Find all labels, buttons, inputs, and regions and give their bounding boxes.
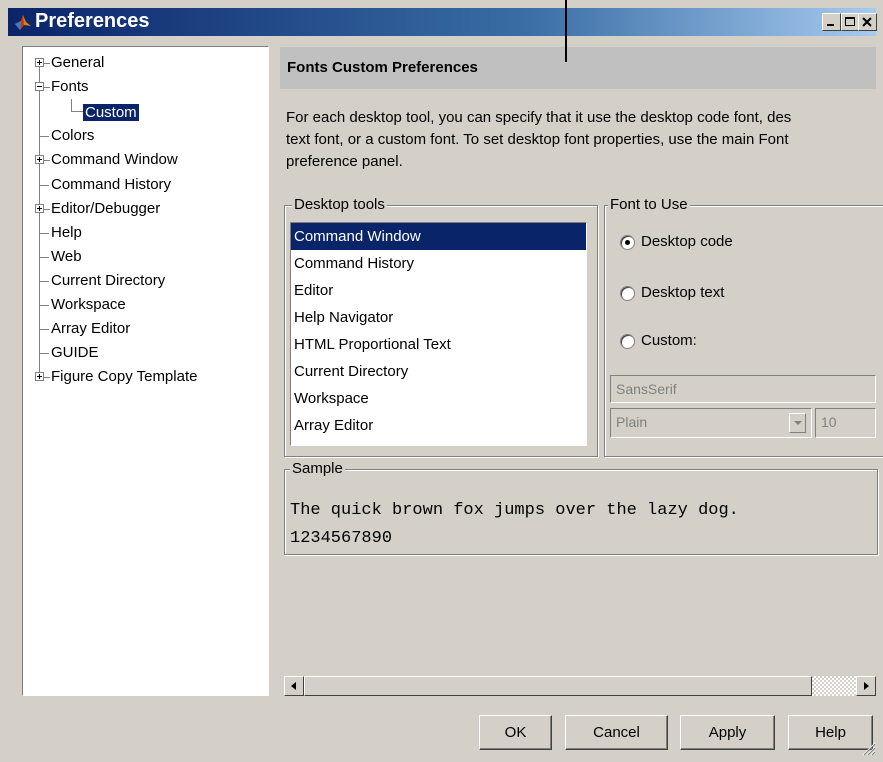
radio-checked-icon[interactable] xyxy=(620,234,635,250)
expand-icon[interactable] xyxy=(35,204,44,213)
list-item[interactable]: HTML Proportional Text xyxy=(291,331,586,358)
list-item[interactable]: Command History xyxy=(291,250,586,277)
description-line: preference panel. xyxy=(286,153,403,170)
window-title: Preferences xyxy=(35,10,150,32)
list-item[interactable]: Command Window xyxy=(291,223,586,250)
sample-text: The quick brown fox jumps over the lazy … xyxy=(290,497,739,553)
resize-grip-icon[interactable] xyxy=(860,740,876,756)
list-item[interactable]: Help Navigator xyxy=(291,304,586,331)
arrow-right-icon xyxy=(864,682,869,690)
scroll-thumb[interactable] xyxy=(304,676,812,696)
callout-line xyxy=(565,0,567,62)
radio-unchecked-icon[interactable] xyxy=(620,333,635,349)
description-line: For each desktop tool, you can specify t… xyxy=(286,109,792,126)
scroll-left-button[interactable] xyxy=(284,676,304,696)
desktop-tools-label: Desktop tools xyxy=(292,196,387,214)
expand-icon[interactable] xyxy=(35,58,44,67)
scroll-right-button[interactable] xyxy=(856,676,876,696)
pane-title: Fonts Custom Preferences xyxy=(287,59,478,76)
desktop-tools-list[interactable]: Command Window Command History Editor He… xyxy=(290,222,587,446)
pane-header: Fonts Custom Preferences xyxy=(280,47,876,89)
list-item[interactable]: Editor xyxy=(291,277,586,304)
cancel-button[interactable]: Cancel xyxy=(565,715,668,750)
preferences-tree[interactable]: General Fonts Custom Colors Command Wind… xyxy=(22,46,269,696)
font-name-field[interactable]: SansSerif xyxy=(610,375,876,403)
matlab-logo-icon xyxy=(14,13,32,35)
sample-line: The quick brown fox jumps over the lazy … xyxy=(290,501,739,520)
collapse-icon[interactable] xyxy=(35,82,44,91)
radio-desktop-text[interactable]: Desktop text xyxy=(620,282,724,304)
tree-item-custom[interactable]: Custom xyxy=(83,103,139,123)
list-item[interactable]: Workspace xyxy=(291,385,586,412)
minimize-button[interactable] xyxy=(822,13,841,31)
font-size-field[interactable]: 10 xyxy=(815,408,876,438)
chevron-down-icon[interactable] xyxy=(789,413,806,433)
sample-label: Sample xyxy=(290,460,345,478)
expand-icon[interactable] xyxy=(35,155,44,164)
arrow-left-icon xyxy=(291,682,296,690)
expand-icon[interactable] xyxy=(35,372,44,381)
description-line: text font, or a custom font. To set desk… xyxy=(286,131,789,148)
pane-description: For each desktop tool, you can specify t… xyxy=(286,107,876,173)
list-item[interactable]: Current Directory xyxy=(291,358,586,385)
apply-button[interactable]: Apply xyxy=(680,715,775,750)
font-to-use-label: Font to Use xyxy=(608,196,690,214)
font-style-select[interactable]: Plain xyxy=(610,408,812,438)
title-bar[interactable]: Preferences xyxy=(8,8,877,36)
radio-unchecked-icon[interactable] xyxy=(620,285,635,301)
sample-line: 1234567890 xyxy=(290,529,393,548)
ok-button[interactable]: OK xyxy=(479,715,552,750)
close-button[interactable] xyxy=(858,13,877,31)
list-item[interactable]: Array Editor xyxy=(291,412,586,439)
radio-desktop-code[interactable]: Desktop code xyxy=(620,231,733,253)
preferences-window: Preferences General Fonts Custom Colors … xyxy=(0,0,883,762)
radio-custom[interactable]: Custom: xyxy=(620,330,697,352)
horizontal-scrollbar[interactable] xyxy=(284,676,876,696)
